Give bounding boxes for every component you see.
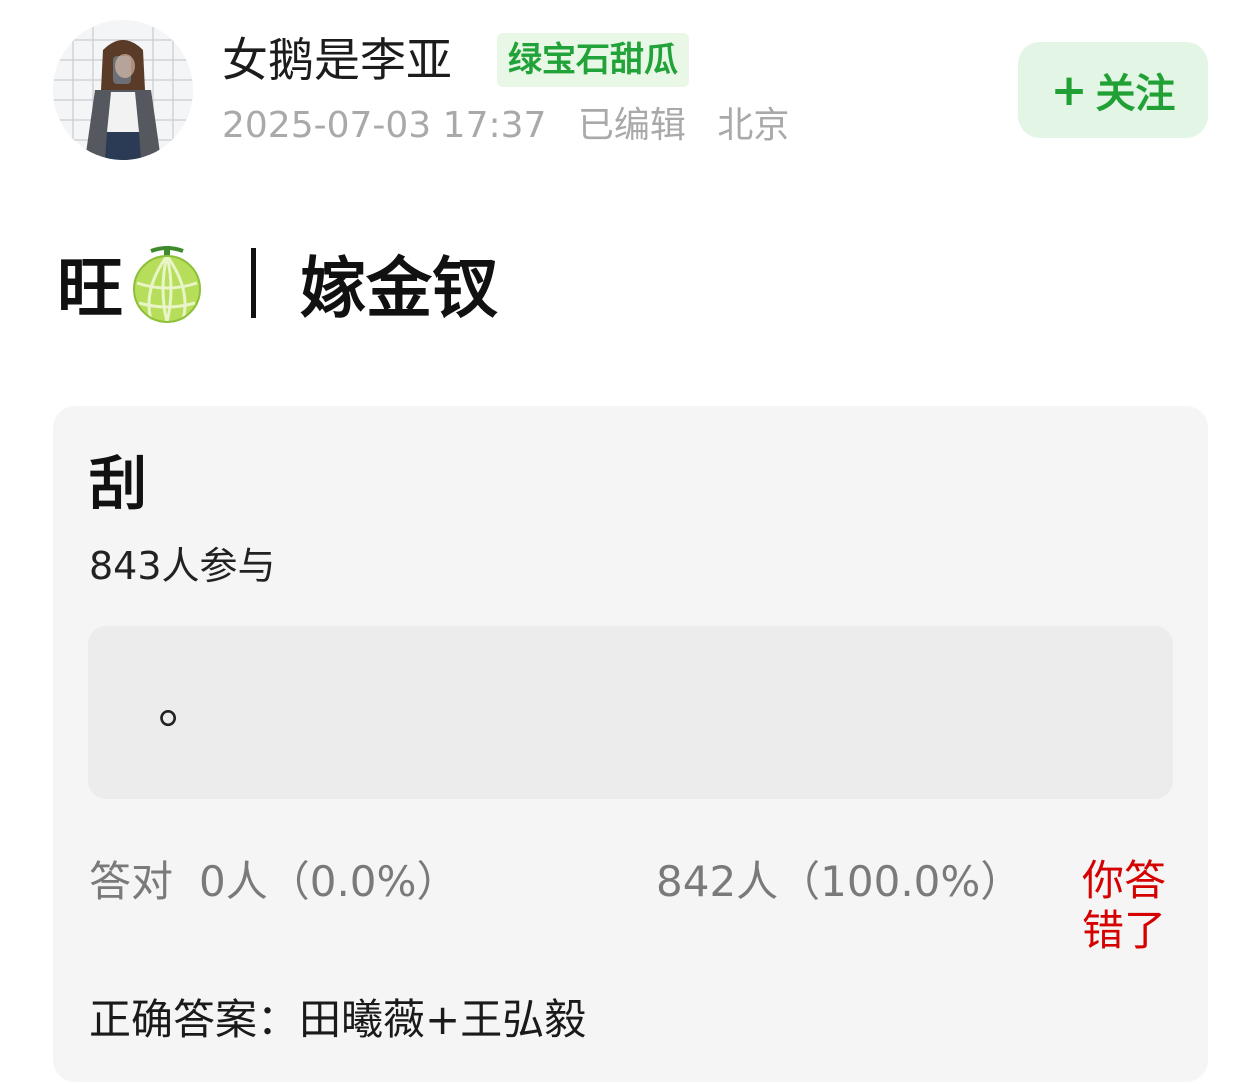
plus-icon: + bbox=[1050, 64, 1088, 116]
title-prefix: 旺 bbox=[57, 250, 123, 327]
user-avatar[interactable] bbox=[53, 20, 193, 160]
quiz-card: 刮 843人参与 。 答对 0人（0.0%） 842人（100.0%） 你答错了 … bbox=[53, 406, 1208, 1082]
correct-stat: 答对 0人（0.0%） bbox=[89, 856, 458, 908]
post-title: 旺 嫁金钗 bbox=[57, 240, 498, 327]
edited-label: 已编辑 bbox=[577, 105, 686, 146]
post-page: 女鹅是李亚 绿宝石甜瓜 2025-07-03 17:37 已编辑 北京 + 关注… bbox=[0, 0, 1260, 1084]
user-badge: 绿宝石甜瓜 bbox=[497, 33, 689, 87]
participant-count: 843人参与 bbox=[89, 544, 276, 588]
correct-answer: 正确答案：田曦薇+王弘毅 bbox=[89, 995, 587, 1044]
username[interactable]: 女鹅是李亚 bbox=[222, 30, 452, 90]
title-suffix: 嫁金钗 bbox=[300, 250, 498, 327]
avatar-photo-icon bbox=[53, 20, 193, 160]
correct-value: 0人（0.0%） bbox=[199, 857, 459, 906]
title-divider bbox=[251, 248, 256, 318]
melon-emoji-icon bbox=[133, 246, 201, 323]
correct-label: 答对 bbox=[89, 857, 174, 906]
follow-button[interactable]: + 关注 bbox=[1018, 42, 1208, 138]
other-stat: 842人（100.0%） bbox=[656, 857, 1023, 906]
option-text: 。 bbox=[158, 676, 211, 736]
follow-label: 关注 bbox=[1095, 71, 1176, 117]
post-location: 北京 bbox=[717, 105, 790, 146]
post-meta: 2025-07-03 17:37 已编辑 北京 bbox=[222, 103, 809, 149]
result-label: 你答错了 bbox=[1082, 856, 1167, 955]
quiz-option[interactable]: 。 bbox=[88, 626, 1173, 799]
post-timestamp: 2025-07-03 17:37 bbox=[222, 105, 547, 146]
quiz-question: 刮 bbox=[89, 450, 148, 518]
